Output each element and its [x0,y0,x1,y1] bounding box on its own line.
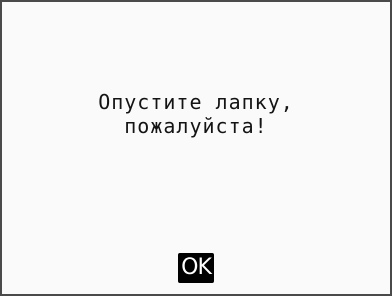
dialog-message-line-2: пожалуйста! [124,114,268,138]
ok-button[interactable]: OK [178,253,214,283]
dialog-message-line-1: Опустите лапку, [98,90,294,114]
alert-dialog: Опустите лапку, пожалуйста! OK [0,0,392,296]
dialog-message: Опустите лапку, пожалуйста! [2,90,390,138]
